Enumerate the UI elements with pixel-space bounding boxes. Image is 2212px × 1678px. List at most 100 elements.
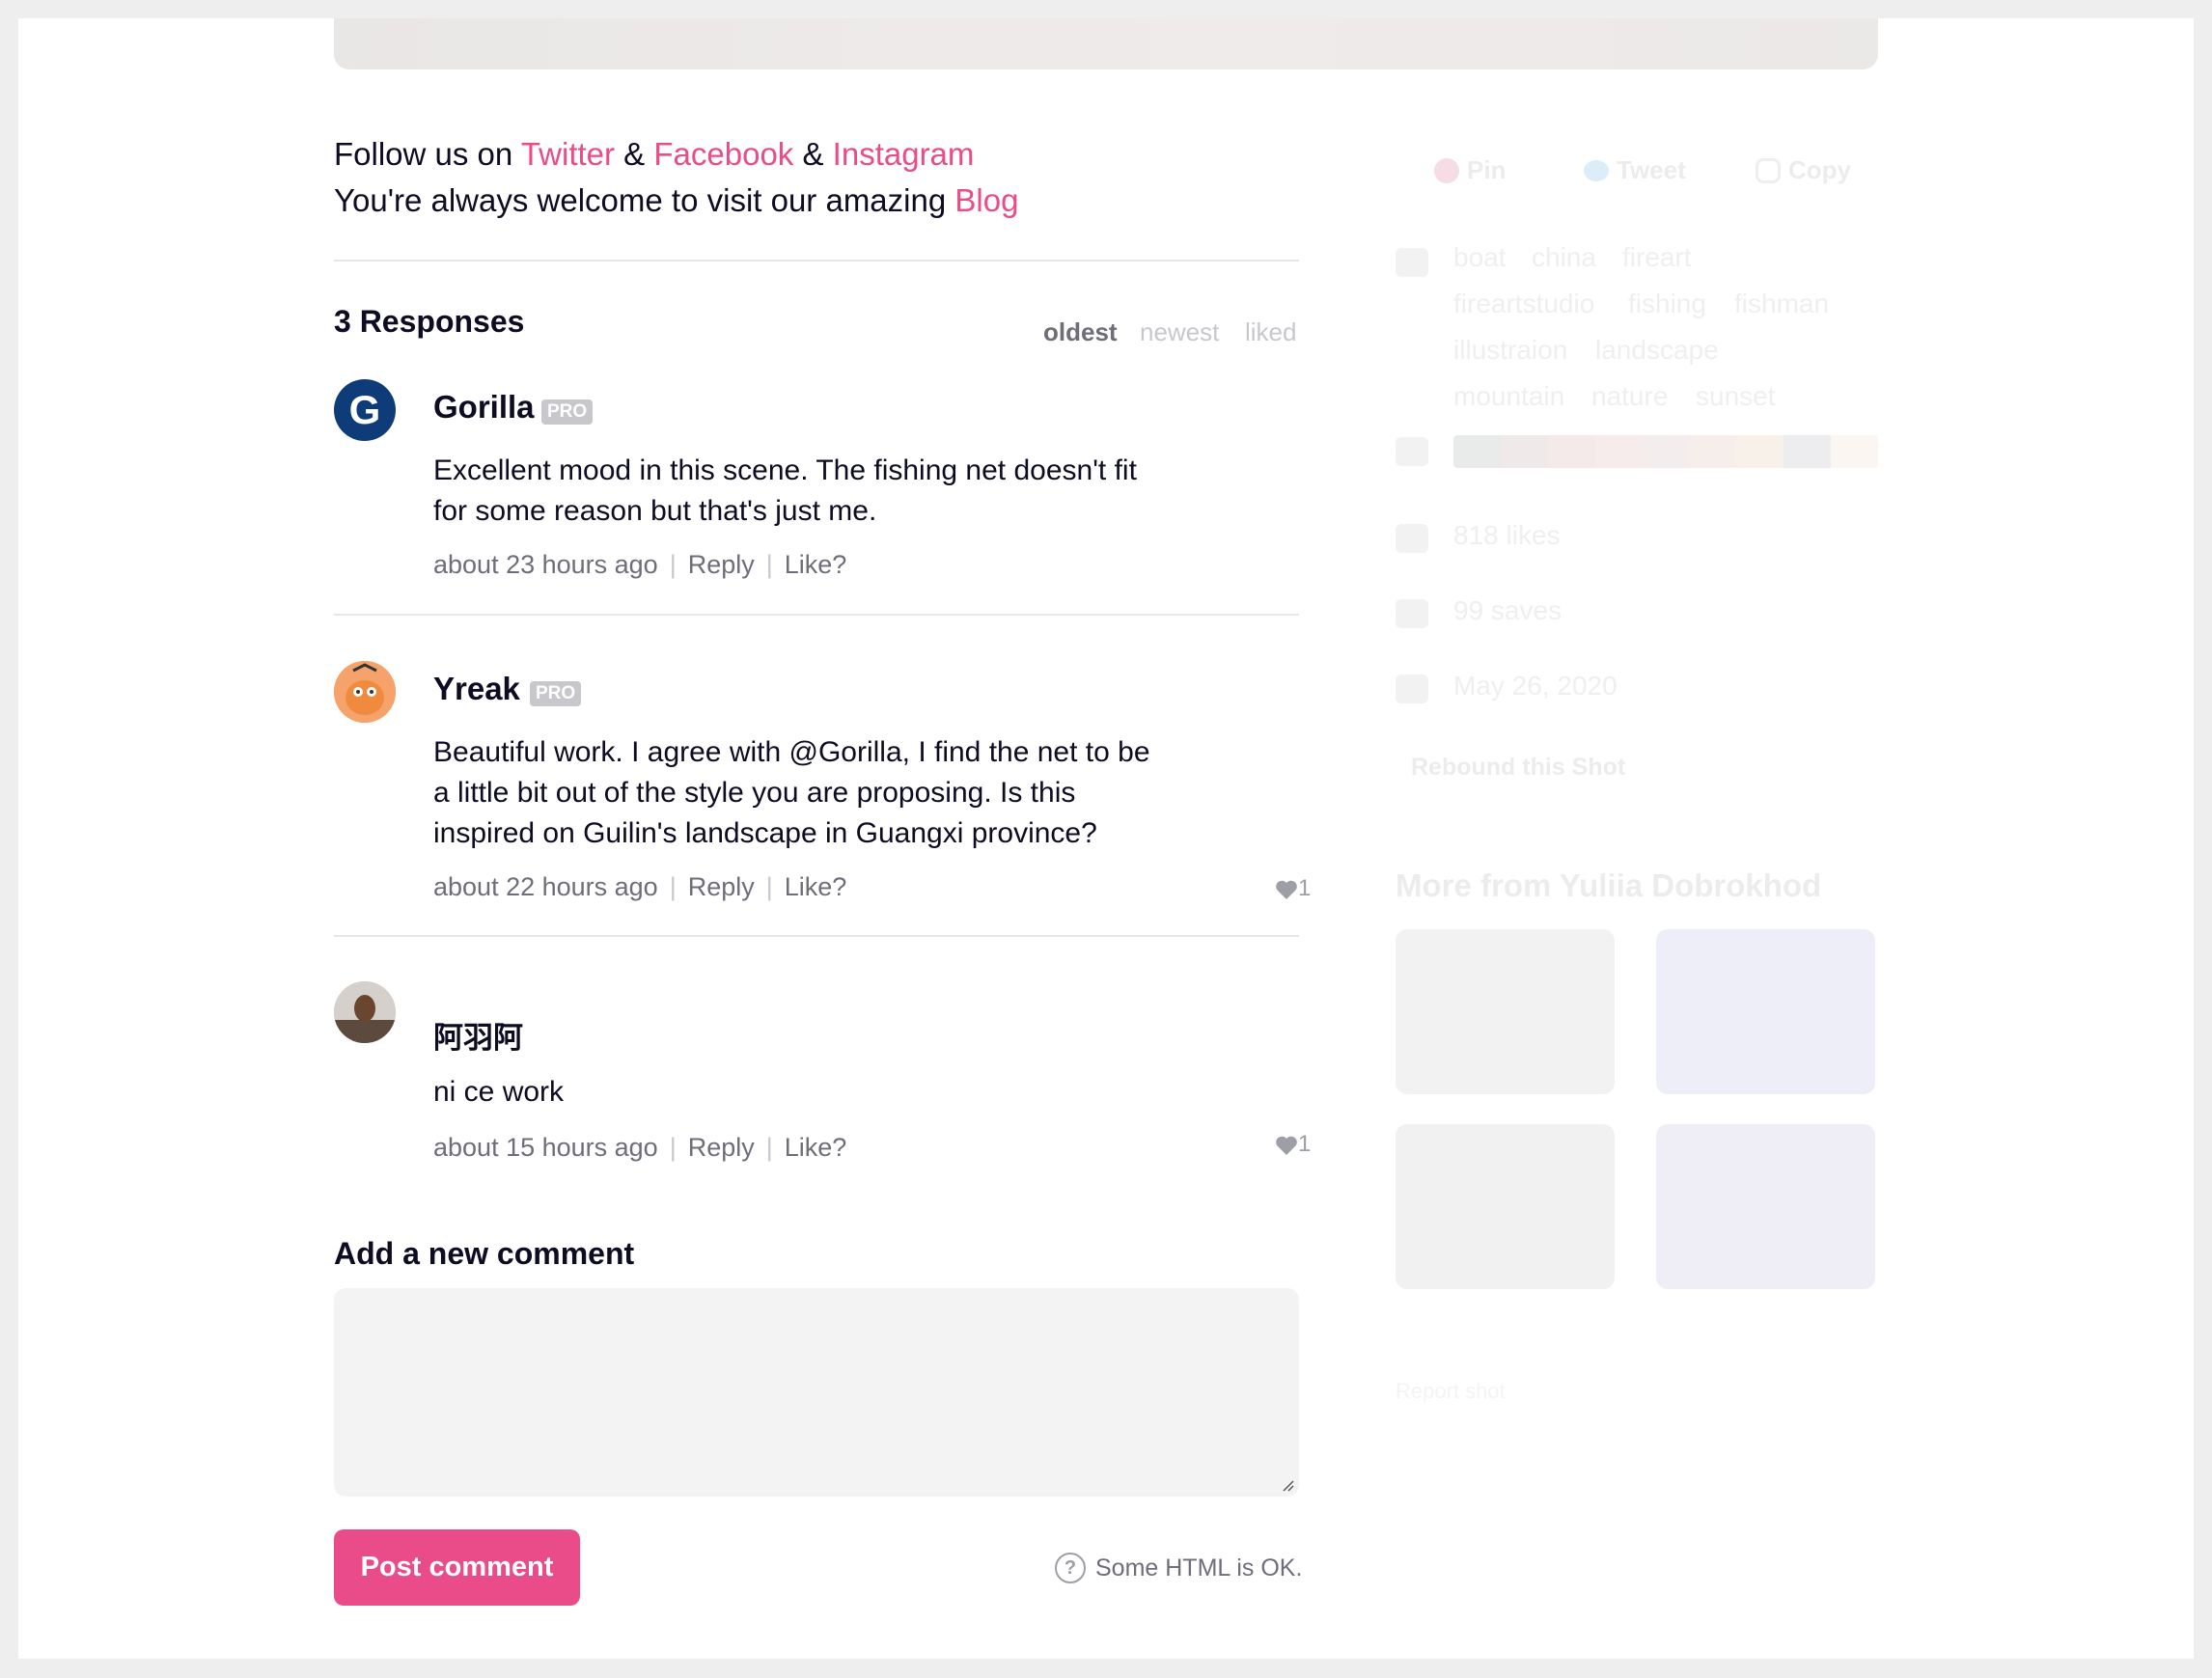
palette-swatch[interactable]	[1831, 435, 1878, 468]
shot-thumbnail[interactable]	[1396, 1124, 1615, 1289]
shot-thumbnail[interactable]	[1656, 929, 1875, 1094]
tweet-button[interactable]: Tweet	[1584, 155, 1686, 185]
palette-swatch[interactable]	[1453, 435, 1501, 468]
comment-line: Beautiful work. I agree with @Gorilla, I…	[433, 736, 1150, 768]
tag-icon	[1396, 248, 1428, 277]
pin-button[interactable]: Pin	[1434, 155, 1506, 185]
blog-prefix: You're always welcome to visit our amazi…	[334, 182, 955, 218]
pro-badge: PRO	[530, 681, 582, 706]
pinterest-icon	[1434, 157, 1459, 183]
palette-swatch[interactable]	[1783, 435, 1832, 468]
reply-link[interactable]: Reply	[688, 550, 755, 579]
copy-label: Copy	[1788, 155, 1851, 184]
like-count[interactable]: 1	[1275, 875, 1311, 902]
facebook-link[interactable]: Facebook	[653, 136, 793, 172]
avatar[interactable]	[334, 661, 396, 723]
comment-line: ni ce work	[433, 1076, 565, 1108]
calendar-icon	[1396, 674, 1428, 703]
tweet-label: Tweet	[1617, 155, 1686, 184]
avatar-letter: G	[348, 387, 381, 432]
like-count-value: 1	[1298, 875, 1312, 901]
instagram-link[interactable]: Instagram	[833, 136, 975, 172]
divider	[334, 614, 1299, 616]
palette-swatch[interactable]	[1500, 435, 1548, 468]
heart-icon	[1396, 524, 1428, 553]
tag[interactable]: boat	[1453, 242, 1507, 273]
tag[interactable]: nature	[1591, 381, 1668, 412]
palette-icon	[1396, 437, 1428, 466]
comment-line: Excellent mood in this scene. The fishin…	[433, 454, 1137, 486]
reply-link[interactable]: Reply	[688, 872, 755, 901]
comment-time: about 15 hours ago	[433, 1133, 658, 1162]
palette-swatch[interactable]	[1736, 435, 1784, 468]
like-link[interactable]: Like?	[785, 550, 847, 579]
tag[interactable]: landscape	[1595, 335, 1719, 366]
like-count[interactable]: 1	[1275, 1131, 1311, 1158]
pro-badge: PRO	[541, 399, 594, 425]
avatar[interactable]	[334, 981, 396, 1043]
divider	[334, 935, 1299, 937]
pin-label: Pin	[1467, 155, 1507, 184]
question-icon: ?	[1055, 1553, 1086, 1583]
sort-liked[interactable]: liked	[1245, 317, 1296, 347]
color-palette[interactable]	[1453, 435, 1878, 468]
saves-count[interactable]: 99 saves	[1453, 595, 1562, 626]
tag[interactable]: sunset	[1696, 381, 1776, 412]
tag[interactable]: illustraion	[1453, 335, 1567, 366]
avatar[interactable]: G	[334, 379, 396, 441]
tag[interactable]: fireart	[1622, 242, 1692, 273]
follow-prefix: Follow us on	[334, 136, 521, 172]
page: Follow us on Twitter & Facebook & Instag…	[18, 18, 2194, 1659]
like-count-value: 1	[1298, 1131, 1312, 1157]
tag[interactable]: fishman	[1734, 289, 1829, 319]
comment-meta: about 23 hours ago | Reply | Like?	[433, 550, 847, 579]
shot-thumbnail[interactable]	[1396, 929, 1615, 1094]
sort-newest[interactable]: newest	[1140, 317, 1219, 347]
tag[interactable]: mountain	[1453, 381, 1564, 412]
blog-link[interactable]: Blog	[954, 182, 1018, 218]
heart-icon	[1276, 1136, 1297, 1155]
comment-body: ni ce work	[433, 1072, 1225, 1113]
likes-count[interactable]: 818 likes	[1453, 520, 1561, 551]
commenter-name[interactable]: Gorilla	[433, 389, 535, 426]
like-link[interactable]: Like?	[785, 872, 847, 901]
palette-swatch[interactable]	[1689, 435, 1737, 468]
comment-line: a little bit out of the style you are pr…	[433, 777, 1076, 809]
tag[interactable]: fireartstudio	[1453, 289, 1594, 319]
shot-image[interactable]	[334, 18, 1878, 69]
copy-button[interactable]: Copy	[1756, 155, 1851, 185]
comment-meta: about 22 hours ago | Reply | Like?	[433, 872, 847, 901]
twitter-link[interactable]: Twitter	[521, 136, 615, 172]
sort-oldest[interactable]: oldest	[1043, 317, 1118, 347]
report-link[interactable]: Report shot	[1396, 1379, 1506, 1404]
reply-link[interactable]: Reply	[688, 1133, 755, 1162]
folder-icon	[1396, 599, 1428, 628]
comment-meta: about 15 hours ago | Reply | Like?	[433, 1133, 847, 1162]
comment-textarea[interactable]	[334, 1288, 1299, 1497]
heart-icon	[1276, 880, 1297, 899]
tag[interactable]: china	[1532, 242, 1596, 273]
commenter-name[interactable]: 阿羽阿	[433, 1013, 523, 1057]
amp-text: &	[793, 136, 833, 172]
html-note[interactable]: ? Some HTML is OK.	[1055, 1553, 1302, 1583]
palette-swatch[interactable]	[1547, 435, 1595, 468]
shot-thumbnail[interactable]	[1656, 1124, 1875, 1289]
responses-title: 3 Responses	[334, 304, 525, 339]
follow-text: Follow us on Twitter & Facebook & Instag…	[334, 131, 1018, 224]
rebound-link[interactable]: Rebound this Shot	[1411, 754, 1625, 782]
comment-time: about 22 hours ago	[433, 872, 658, 901]
palette-swatch[interactable]	[1642, 435, 1690, 468]
palette-swatch[interactable]	[1594, 435, 1643, 468]
post-comment-button[interactable]: Post comment	[334, 1529, 580, 1606]
comment-line: for some reason but that's just me.	[433, 495, 877, 527]
add-comment-title: Add a new comment	[334, 1236, 635, 1271]
resize-grip-icon[interactable]	[1279, 1476, 1294, 1492]
comment-line: inspired on Guilin's landscape in Guangx…	[433, 817, 1097, 849]
comment-body: Excellent mood in this scene. The fishin…	[433, 451, 1225, 532]
like-link[interactable]: Like?	[785, 1133, 847, 1162]
commenter-name[interactable]: Yreak	[433, 671, 520, 707]
more-from-title[interactable]: More from Yuliia Dobrokhod	[1396, 867, 1821, 904]
tag[interactable]: fishing	[1628, 289, 1706, 319]
amp-text: &	[615, 136, 654, 172]
publish-date: May 26, 2020	[1453, 671, 1618, 701]
